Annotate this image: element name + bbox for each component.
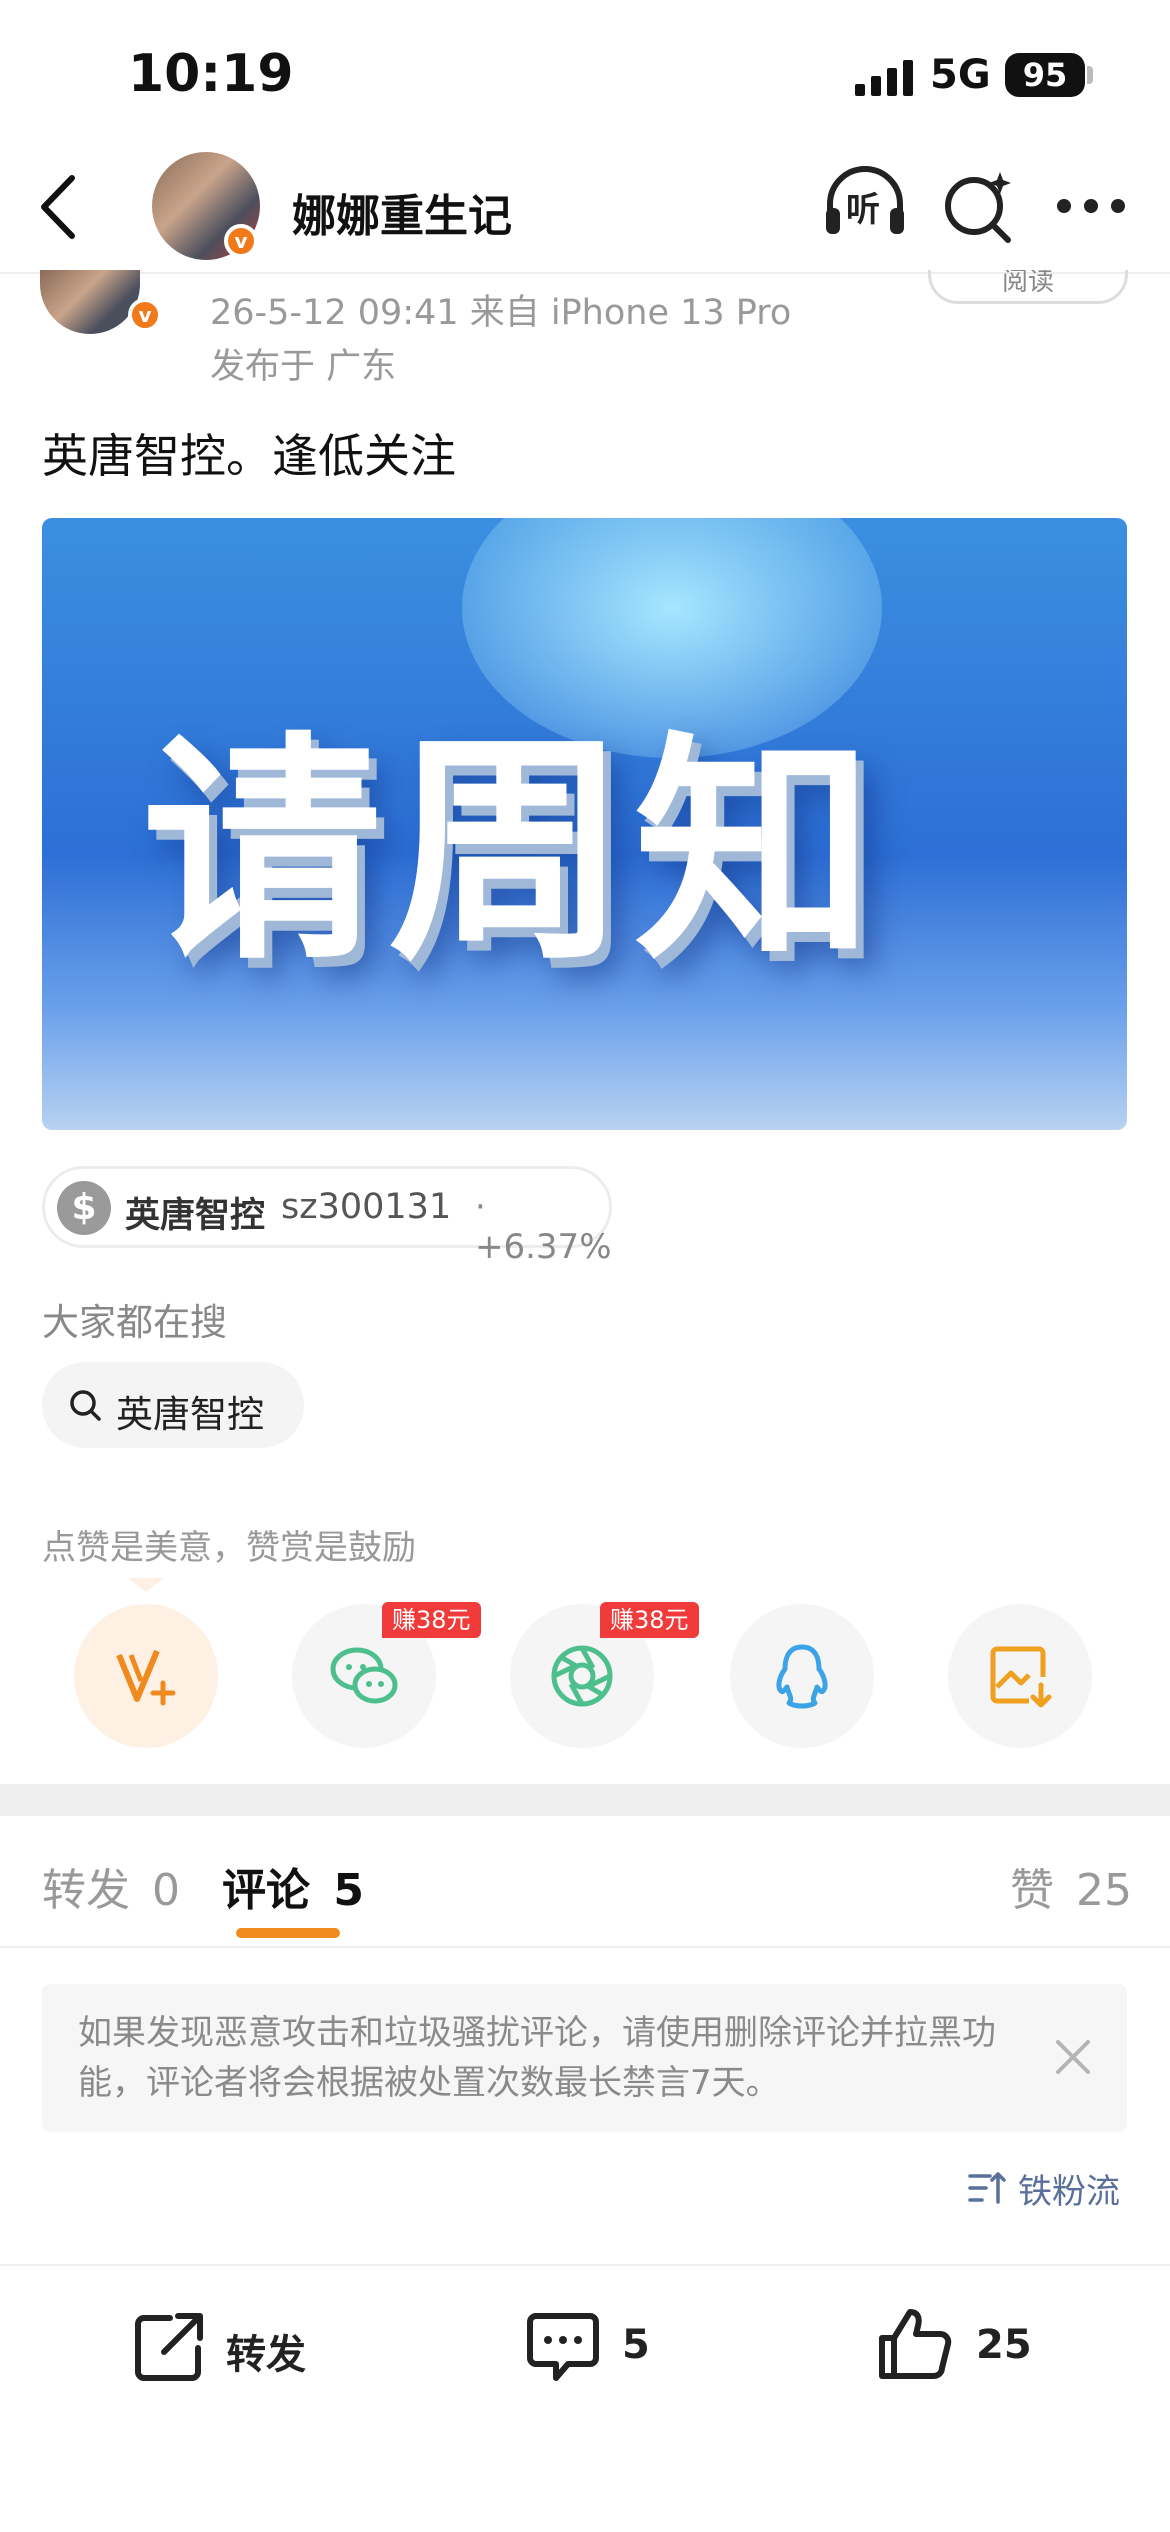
wechat-icon <box>330 1647 398 1704</box>
sort-button[interactable]: 铁粉流 <box>966 2164 1136 2212</box>
bottom-comment-count: 5 <box>622 2322 650 2368</box>
post-image[interactable]: 请周知 <box>42 518 1127 1130</box>
close-icon[interactable] <box>1050 2034 1096 2080</box>
comment-notice: 如果发现恶意攻击和垃圾骚扰评论，请使用删除评论并拉黑功能，评论者将会根据被处置次… <box>42 1984 1127 2132</box>
tab-repost-label: 转发 <box>42 1865 130 1916</box>
listen-label: 听 <box>846 190 880 230</box>
share-qq-button[interactable] <box>730 1604 874 1748</box>
chevron-left-icon <box>41 175 75 239</box>
reward-text: 点赞是美意，赞赏是鼓励 <box>42 1528 416 1568</box>
tab-repost[interactable]: 转发 0 <box>42 1854 180 1918</box>
signal-icon <box>855 58 915 96</box>
stock-change: · +6.37% <box>475 1187 612 1267</box>
post-image-text: 请周知 <box>142 712 881 992</box>
more-dots-icon <box>1057 199 1125 213</box>
save-image-button[interactable] <box>948 1604 1092 1748</box>
stock-code: sz300131 <box>281 1187 452 1227</box>
post-author-avatar[interactable] <box>40 270 140 334</box>
battery-icon <box>1087 66 1093 84</box>
tab-comments-count: 5 <box>333 1865 364 1916</box>
tab-comments-label: 评论 <box>222 1865 310 1916</box>
post-timestamp-source: 26-5-12 09:41 来自 iPhone 13 Pro <box>210 293 792 333</box>
post-text: 英唐智控。逢低关注 <box>42 429 456 483</box>
tabs-divider <box>0 1946 1170 1948</box>
active-tab-indicator <box>236 1928 340 1938</box>
section-separator <box>0 1784 1170 1816</box>
post-verified-badge-icon: v <box>128 298 162 332</box>
tab-comments[interactable]: 评论 5 <box>222 1854 364 1918</box>
tab-repost-count: 0 <box>152 1865 180 1916</box>
tab-likes-count: 25 <box>1076 1865 1132 1916</box>
reward-v-button[interactable] <box>74 1604 218 1748</box>
share-arrow-icon <box>135 2313 203 2381</box>
battery-level: 95 <box>1005 53 1085 97</box>
dollar-icon: $ <box>57 1181 111 1235</box>
tab-likes[interactable]: 赞 25 <box>1010 1854 1132 1918</box>
back-button[interactable] <box>30 172 90 242</box>
moments-icon <box>551 1645 613 1707</box>
reward-pointer <box>128 1578 164 1592</box>
search-chip[interactable]: 英唐智控 <box>42 1362 304 1448</box>
read-button[interactable]: 阅读 <box>928 270 1128 304</box>
bottom-comment-button[interactable]: 5 <box>524 2308 674 2388</box>
earn-badge-moments: 赚38元 <box>600 1602 699 1638</box>
author-name[interactable]: 娜娜重生记 <box>292 180 512 244</box>
bottom-repost-button[interactable]: 转发 <box>130 2308 330 2388</box>
network-label: 5G <box>930 52 991 98</box>
comment-notice-text: 如果发现恶意攻击和垃圾骚扰评论，请使用删除评论并拉黑功能，评论者将会根据被处置次… <box>78 2013 996 2103</box>
qq-icon <box>776 1644 828 1709</box>
bottom-bar-divider <box>0 2264 1170 2266</box>
sort-icon <box>968 2172 1006 2204</box>
verified-badge-icon: v <box>224 224 258 258</box>
status-time: 10:19 <box>128 44 294 104</box>
refresh-search-button[interactable] <box>940 166 1020 246</box>
post-location: 发布于 广东 <box>210 347 397 387</box>
more-button[interactable] <box>1056 196 1126 216</box>
earn-badge-wechat: 赚38元 <box>382 1602 481 1638</box>
bottom-like-count: 25 <box>976 2322 1032 2368</box>
trending-search-title: 大家都在搜 <box>42 1301 227 1344</box>
listen-button[interactable]: 听 <box>822 162 908 242</box>
search-chip-label: 英唐智控 <box>116 1393 264 1436</box>
v-plus-icon <box>116 1649 176 1706</box>
search-sparkle-icon <box>945 172 1011 243</box>
bottom-repost-label: 转发 <box>226 2332 306 2378</box>
comment-bubble-icon <box>527 2313 599 2381</box>
image-download-icon <box>990 1646 1052 1708</box>
stock-chip[interactable]: $ 英唐智控 sz300131 · +6.37% <box>42 1166 612 1267</box>
thumbs-up-icon <box>879 2309 952 2379</box>
stock-name: 英唐智控 <box>125 1196 266 1236</box>
bottom-like-button[interactable]: 25 <box>876 2304 1056 2388</box>
sort-label: 铁粉流 <box>1018 2172 1120 2212</box>
search-icon <box>70 1390 101 1421</box>
tab-likes-label: 赞 <box>1010 1865 1054 1916</box>
